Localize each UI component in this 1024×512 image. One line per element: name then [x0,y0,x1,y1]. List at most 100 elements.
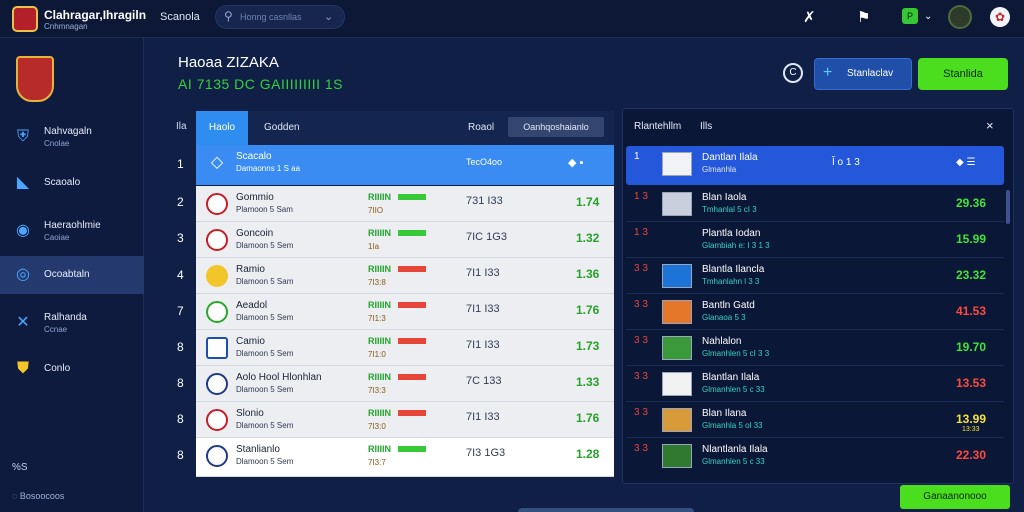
tab-2[interactable]: Godden [264,111,300,145]
brand-logo[interactable] [12,6,38,32]
player-row[interactable]: 3 3 Nlantlanla Ilala Glmanhlen 5 c 33 22… [626,438,1004,474]
search-icon: ⚲ [224,9,233,23]
row-sub: Damaonns 1 S aa [236,164,301,173]
add-button-label: Stanlaclav [847,68,894,79]
player-row[interactable]: 3 3 Bantln Gatd Glanaoa 5 3 41.53 [626,294,1004,330]
add-button[interactable]: + Stanlaclav [814,58,912,90]
table-row[interactable]: Slonio Dlamoon 5 Sem RIIIIN 7I3:0 7I1 I3… [196,402,614,438]
row-tag: RIIIIN [368,192,392,202]
player-action-icons[interactable]: ◆ ☰ [956,157,975,168]
row-score: 7I3 1G3 [466,447,506,459]
row-score: 7I1 I33 [466,339,500,351]
table-row[interactable]: Gommio Plamoon 5 Sam RIIIIN 7IIO 731 I33… [196,186,614,222]
row-action-icons[interactable]: ◆ ▪ [568,156,583,169]
player-row[interactable]: 3 3 Blantlan Ilala Glmanhlen 5 c 33 13.5… [626,366,1004,402]
trophy-icon[interactable]: ✗ [803,8,816,26]
avatar[interactable] [948,5,972,29]
badge-icon: ⛊ [16,360,29,377]
player-photo [662,408,692,432]
chevron-down-icon[interactable]: ⌄ [324,10,333,23]
row-value: 1.76 [576,411,600,425]
player-name: Blantlan Ilala [702,372,760,383]
ball-icon: ◎ [16,266,30,283]
settings-icon[interactable]: ✿ [990,7,1010,27]
row-tag: RIIIIN [368,444,392,454]
player-row[interactable]: 1 3 Plantla Iodan Glambiah e: I 3 1 3 15… [626,222,1004,258]
table-row[interactable]: Goncoin Dlamoon 5 Sem RIIIIN 1Ia 7IC 1G3… [196,222,614,258]
table-row-selected[interactable]: ◇ Scacalo Damaonns 1 S aa TecO4oo ◆ ▪ [196,145,614,185]
player-name: Bantln Gatd [702,300,755,311]
row-sub: Dlamoon 5 Sam [236,277,294,286]
page-subtitle: AI 7135 DC GAIIIIIIIII 1S [178,76,344,92]
primary-action-button[interactable]: Stanlida [918,58,1008,90]
sidebar-item-3[interactable]: ◉ Haeraohlmie Caoiae [0,212,144,250]
tab-active[interactable]: Haolo [196,111,248,145]
table-row[interactable]: Ramio Dlamoon 5 Sam RIIIIN 7I3:8 7I1 I33… [196,258,614,294]
player-row[interactable]: 3 3 Blan Ilana Glmanhla 5 ol 33 13.99 13… [626,402,1004,438]
player-sub: Tmhanlal 5 cI 3 [702,205,757,214]
rank-number: 7 [177,304,184,318]
player-sub: Glmanhlen 5 c 33 [702,385,765,394]
player-name: Blan Ilana [702,408,747,419]
right-panel-scrollbar[interactable] [1006,190,1010,224]
rank-number: 8 [177,340,184,354]
page-title: Haoaa ZIZAKA [178,54,279,71]
sidebar-item-1[interactable]: ⛨ Nahvagaln Cnolae [0,118,144,156]
player-sub: Glmanhla [702,165,737,174]
team-badge-icon [206,265,228,287]
player-name: Blan Iaola [702,192,747,203]
row-name: Goncoin [236,228,274,239]
sidebar-footer-link[interactable]: ◌ Bosoocoos [12,491,64,501]
close-icon[interactable]: × [986,118,994,133]
shield-icon: ⛨ [16,128,29,145]
player-value: 22.30 [956,448,987,462]
player-rank: 3 3 [634,335,648,346]
player-name: Nlantlanla Ilala [702,444,768,455]
row-name: Stanlianlo [236,444,280,455]
tab-3[interactable]: Roaol [468,111,494,145]
sidebar-item-4[interactable]: ◎ Ocoabtaln [0,256,144,294]
table-row[interactable]: Stanlianlo Dlamoon 5 Sem RIIIIN 7I3:7 7I… [196,438,614,477]
row-score: 731 I33 [466,195,503,207]
player-row-selected[interactable]: 1 Dantlan Ilala Glmanhla Ǐ o 1 3 ◆ ☰ [626,146,1004,185]
player-row[interactable]: 1 3 Blan Iaola Tmhanlal 5 cI 3 29.36 [626,186,1004,222]
player-photo [662,300,692,324]
table-row[interactable]: Aolo Hool Hlonhlan Dlamoon 5 Sem RIIIIN … [196,366,614,402]
table-row[interactable]: Camio Dlamoon 5 Sem RIIIIN 7I1:0 7I1 I33… [196,330,614,366]
team-badge-icon [206,229,228,251]
user-icon: ◌ [12,491,18,501]
row-status-bar [398,338,426,344]
search-box[interactable]: ⚲ Honng casnllas ⌄ [215,5,345,29]
search-input[interactable]: Honng casnllas [240,12,302,22]
sidebar-item-6[interactable]: ⛊ Conlo [0,350,144,388]
row-tag2: 7I1:3 [368,314,386,323]
row-name: Camio [236,336,265,347]
row-score: TecO4oo [466,157,503,167]
sidebar-item-5[interactable]: ✕ Ralhanda Ccnae [0,304,144,342]
player-photo [662,152,692,176]
chevron-down-icon[interactable]: ⌄ [924,11,932,22]
team-badge-icon [206,193,228,215]
green-badge-icon[interactable]: P [902,8,918,24]
row-name: Slonio [236,408,264,419]
bottom-action-button[interactable]: Ganaanonooo [900,485,1010,509]
sidebar-footer-text: %S [12,462,28,473]
bottom-handle[interactable] [518,508,694,512]
row-value: 1.74 [576,195,600,209]
rank-number: 3 [177,231,184,245]
sidebar-item-label: Scaoalo [44,177,81,188]
row-status-bar [398,410,426,416]
top-nav-link[interactable]: Scanola [160,11,200,23]
player-value: 29.36 [956,196,987,210]
player-row[interactable]: 3 3 Nahlalon Glmanhlen 5 cI 3 3 19.70 [626,330,1004,366]
rank-column-header: Ila [176,121,187,132]
tab-4[interactable]: Oanhqoshaianlo [508,117,604,137]
table-row[interactable]: Aeadol Dlamoon 5 Sem RIIIIN 7I1:3 7I1 I3… [196,294,614,330]
player-row[interactable]: 3 3 Blantla Ilancla Tmhanlahn l 3 3 23.3… [626,258,1004,294]
left-panel-tabs: Haolo Godden Roaol Oanhqoshaianlo [196,111,614,145]
row-name: Gommio [236,192,274,203]
sidebar-item-2[interactable]: ◣ Scaoalo [0,164,144,202]
flag-icon[interactable]: ⚑ [857,8,870,26]
info-button[interactable]: C [783,63,803,83]
rank-number: 2 [177,195,184,209]
